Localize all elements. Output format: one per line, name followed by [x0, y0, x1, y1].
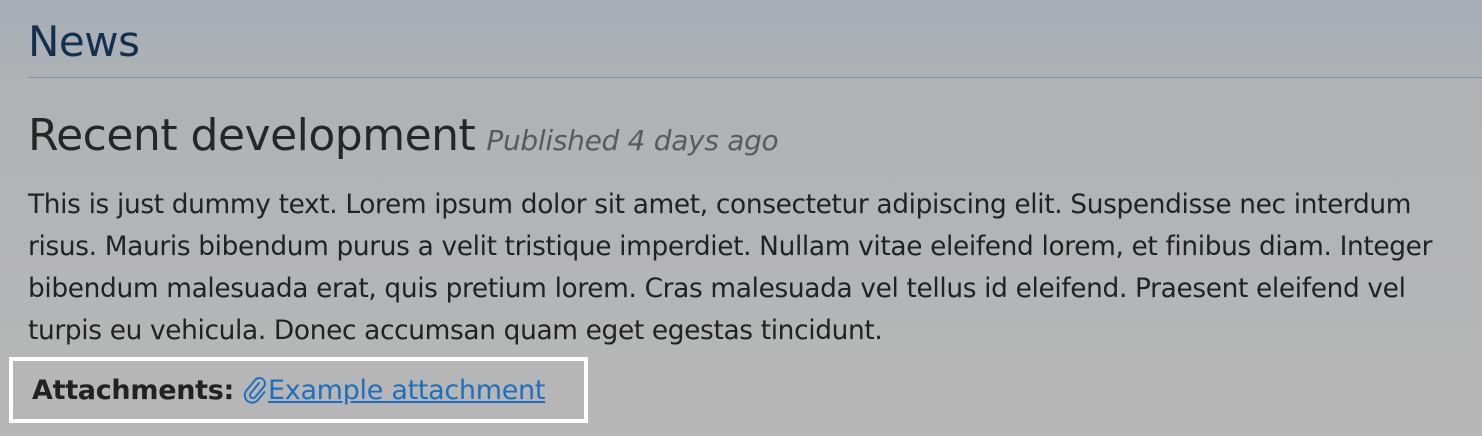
- attachments-row: Attachments: Example attachment: [32, 373, 545, 409]
- article-title: Recent development: [28, 110, 476, 161]
- attachments-label: Attachments:: [32, 375, 234, 406]
- attachment-link-label: Example attachment: [268, 375, 546, 406]
- paperclip-icon: [243, 376, 266, 404]
- article-header: Recent development Published 4 days ago: [28, 108, 779, 164]
- section-title: News: [28, 17, 140, 66]
- news-page: News Recent development Published 4 days…: [9, 0, 1482, 436]
- attachments-highlight-box: Attachments: Example attachment: [9, 357, 588, 423]
- article-body: This is just dummy text. Lorem ipsum dol…: [28, 189, 1433, 346]
- attachment-link[interactable]: Example attachment: [242, 375, 545, 406]
- section-divider: [28, 77, 1482, 78]
- article-published-date: Published 4 days ago: [486, 124, 779, 157]
